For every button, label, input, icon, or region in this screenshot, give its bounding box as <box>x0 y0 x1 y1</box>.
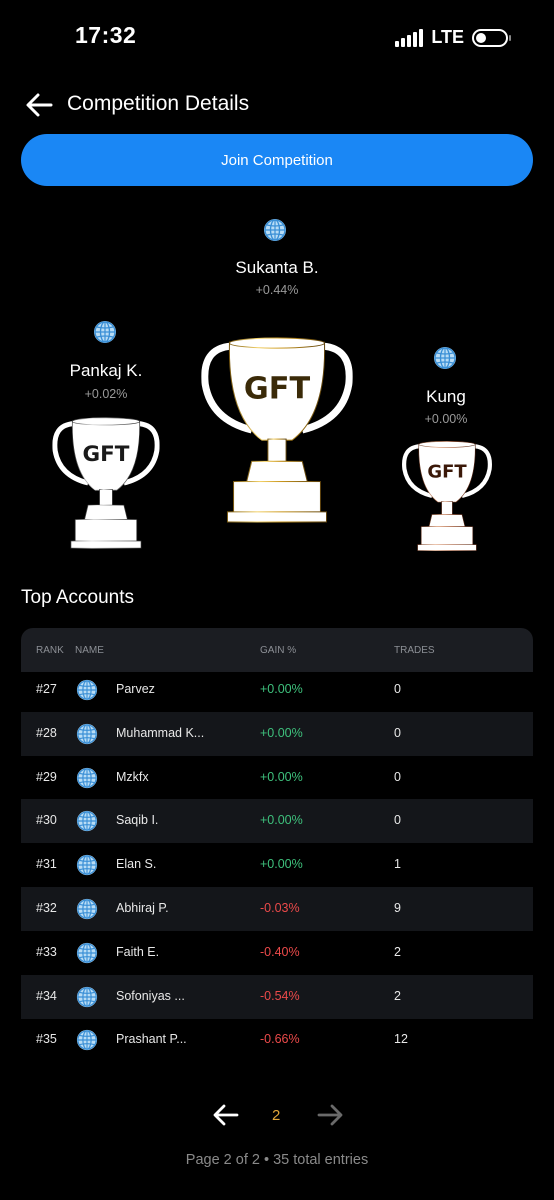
row-gain: +0.00% <box>260 682 303 696</box>
join-competition-button[interactable]: Join Competition <box>21 134 533 186</box>
table-row[interactable]: #34 Sofoniyas ... -0.54% 2 <box>21 974 533 1019</box>
globe-icon <box>76 986 98 1008</box>
globe-icon <box>76 898 98 920</box>
trophy-bronze-icon: GFT <box>402 439 492 553</box>
row-name: Faith E. <box>116 944 160 959</box>
row-gain: -0.54% <box>260 988 300 1003</box>
podium-second-gain: +0.02% <box>84 387 128 401</box>
row-gain: -0.66% <box>260 1032 300 1047</box>
table-row[interactable]: #35 Prashant P... -0.66% 12 <box>21 1018 533 1062</box>
prev-page-icon[interactable] <box>212 1101 240 1129</box>
page-title: Competition Details <box>67 92 250 115</box>
table-row[interactable]: #33 Faith E. -0.40% 2 <box>21 931 533 975</box>
row-trades: 0 <box>394 769 401 784</box>
back-arrow-icon[interactable] <box>24 90 54 120</box>
row-name: Saqib I. <box>116 813 159 828</box>
podium-second-name: Pankaj K. <box>69 361 143 380</box>
globe-icon <box>76 942 98 964</box>
table-row[interactable]: #30 Saqib I. +0.00% 0 <box>21 799 533 844</box>
column-trades: TRADES <box>394 645 435 656</box>
status-icons: LTE <box>395 27 511 48</box>
trophy-logo-text: GFT <box>427 461 467 482</box>
row-trades: 9 <box>394 901 401 915</box>
table-row[interactable]: #29 Mzkfx +0.00% 0 <box>21 756 533 800</box>
row-gain: -0.03% <box>260 901 300 915</box>
row-trades: 2 <box>394 944 401 959</box>
trophy-logo-text: GFT <box>83 442 130 467</box>
globe-icon <box>263 218 287 242</box>
row-trades: 0 <box>394 813 401 828</box>
row-rank: #28 <box>36 725 57 740</box>
podium-first-gain: +0.44% <box>255 283 299 297</box>
row-trades: 0 <box>394 725 401 740</box>
row-rank: #27 <box>36 682 57 696</box>
signal-icon <box>395 28 424 47</box>
globe-icon <box>76 723 98 745</box>
row-rank: #34 <box>36 988 57 1003</box>
network-label: LTE <box>431 27 464 47</box>
globe-icon <box>76 1029 98 1051</box>
trophy-silver-icon: GFT <box>52 415 160 551</box>
globe-icon <box>76 767 98 789</box>
globe-icon <box>433 346 457 370</box>
column-rank: RANK <box>36 645 64 656</box>
row-gain: +0.00% <box>260 725 303 740</box>
row-rank: #32 <box>36 901 57 915</box>
row-name: Mzkfx <box>116 769 149 784</box>
row-gain: -0.40% <box>260 944 300 959</box>
row-rank: #35 <box>36 1032 57 1047</box>
row-name: Prashant P... <box>116 1032 187 1047</box>
row-trades: 12 <box>394 1032 408 1047</box>
page-number[interactable]: 2 <box>272 1107 280 1124</box>
table-row[interactable]: #31 Elan S. +0.00% 1 <box>21 843 533 887</box>
row-name: Sofoniyas ... <box>116 988 185 1003</box>
table-header: RANK NAME GAIN % TRADES <box>21 628 533 672</box>
row-name: Elan S. <box>116 857 157 872</box>
globe-icon <box>76 810 98 832</box>
row-trades: 0 <box>394 682 401 696</box>
row-trades: 2 <box>394 988 401 1003</box>
column-name: NAME <box>75 645 104 656</box>
row-name: Abhiraj P. <box>116 901 169 915</box>
row-rank: #33 <box>36 944 57 959</box>
row-trades: 1 <box>394 857 401 872</box>
row-name: Muhammad K... <box>116 725 205 740</box>
table-row[interactable]: #27 Parvez +0.00% 0 <box>21 668 533 712</box>
row-rank: #31 <box>36 857 57 872</box>
section-title: Top Accounts <box>21 587 135 608</box>
table-row[interactable]: #28 Muhammad K... +0.00% 0 <box>21 711 533 756</box>
row-gain: +0.00% <box>260 857 303 872</box>
row-gain: +0.00% <box>260 769 303 784</box>
next-page-icon[interactable] <box>316 1101 344 1129</box>
globe-icon <box>76 679 98 701</box>
row-gain: +0.00% <box>260 813 303 828</box>
podium-first-name: Sukanta B. <box>235 258 319 277</box>
globe-icon <box>93 320 117 344</box>
trophy-gold-icon: GFT <box>201 334 353 526</box>
trophy-logo-text: GFT <box>244 372 311 407</box>
accounts-table: RANK NAME GAIN % TRADES #27 Parvez +0.00% 0… <box>21 628 533 1058</box>
status-time: 17:32 <box>75 22 137 48</box>
globe-icon <box>76 854 98 876</box>
podium-third-gain: +0.00% <box>424 412 468 426</box>
row-name: Parvez <box>116 682 155 696</box>
pagination-info: Page 2 of 2 • 35 total entries <box>185 1152 369 1168</box>
row-rank: #29 <box>36 769 57 784</box>
podium-third-name: Kung <box>426 387 466 406</box>
table-row[interactable]: #32 Abhiraj P. -0.03% 9 <box>21 887 533 931</box>
row-rank: #30 <box>36 813 57 828</box>
battery-icon <box>472 28 511 47</box>
column-gain: GAIN % <box>260 645 297 656</box>
